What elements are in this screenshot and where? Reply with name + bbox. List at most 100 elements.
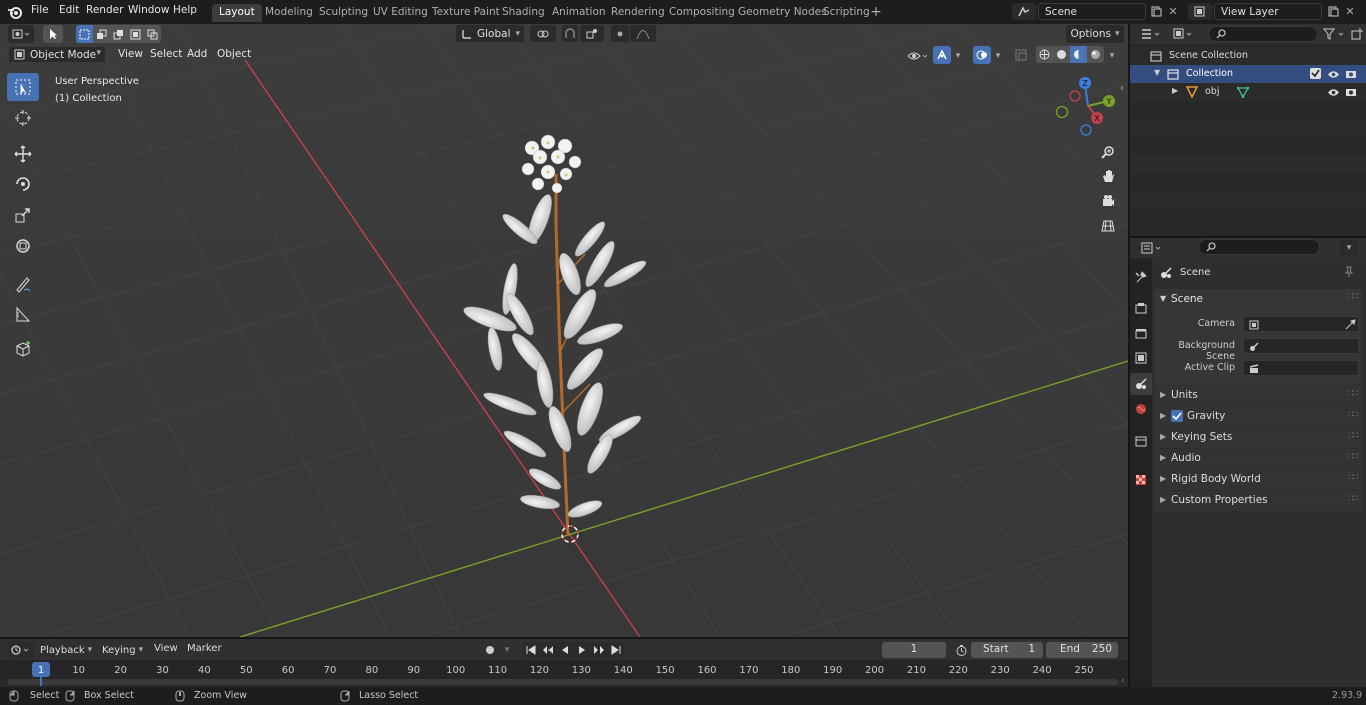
chevron-down-icon[interactable]: ▾ xyxy=(500,642,514,658)
viewport-menu-select[interactable]: Select xyxy=(150,48,182,60)
texture-tab-icon[interactable] xyxy=(1132,470,1150,490)
pan-hand-icon[interactable] xyxy=(1096,165,1120,187)
outliner-row-collection[interactable]: ▼ Collection xyxy=(1130,65,1366,83)
collection-tab-icon[interactable] xyxy=(1132,431,1150,451)
subpanel-rigid-body-world[interactable]: ▶ Rigid Body World ∷∷ xyxy=(1154,470,1362,490)
menu-render[interactable]: Render xyxy=(86,4,123,16)
properties-options-dropdown[interactable]: ▾ xyxy=(1340,240,1358,256)
camera-restrict-icon[interactable] xyxy=(1344,86,1358,98)
display-mode-icon[interactable] xyxy=(1170,26,1196,42)
view-layer-field[interactable]: View Layer xyxy=(1214,3,1322,20)
blender-logo-icon[interactable] xyxy=(7,4,23,20)
gizmo-toggle-icon[interactable] xyxy=(933,46,951,64)
drag-handle-icon[interactable]: ∷∷ xyxy=(1348,410,1359,420)
scene-name-field[interactable]: Scene xyxy=(1038,3,1146,20)
checkbox-icon[interactable] xyxy=(1310,68,1321,79)
sidebar-toggle-icon[interactable]: ‹ xyxy=(1117,82,1127,94)
timeline-scrollbar[interactable] xyxy=(8,679,1118,685)
overlays-icon[interactable] xyxy=(973,46,991,64)
eye-icon[interactable] xyxy=(1326,86,1340,98)
move-tool[interactable] xyxy=(7,140,39,168)
subpanel-custom-properties[interactable]: ▶ Custom Properties ∷∷ xyxy=(1154,491,1362,511)
new-view-layer-icon[interactable] xyxy=(1325,3,1341,20)
eye-icon[interactable] xyxy=(1326,68,1340,80)
jump-start-icon[interactable] xyxy=(522,642,539,658)
scene-tab-icon[interactable] xyxy=(1130,373,1152,395)
cursor-tool[interactable] xyxy=(7,104,39,132)
end-frame-field[interactable]: End 250 xyxy=(1046,642,1118,658)
chevron-down-icon[interactable]: ▾ xyxy=(1106,47,1118,64)
viewport-menu-add[interactable]: Add xyxy=(187,48,207,60)
rotate-tool[interactable] xyxy=(7,170,39,198)
menu-help[interactable]: Help xyxy=(173,4,197,16)
viewport-menu-object[interactable]: Object xyxy=(217,48,251,60)
visibility-icon[interactable] xyxy=(903,47,931,64)
camera-field[interactable] xyxy=(1243,316,1359,332)
editor-type-icon[interactable] xyxy=(8,25,34,43)
select-mode-new-icon[interactable] xyxy=(76,25,93,43)
wireframe-shading-icon[interactable] xyxy=(1036,46,1053,63)
subpanel-units[interactable]: ▶ Units ∷∷ xyxy=(1154,386,1362,406)
properties-editor-type-icon[interactable] xyxy=(1138,240,1166,256)
render-tab-icon[interactable] xyxy=(1132,298,1150,318)
panel-collapse-icon[interactable]: ▼ xyxy=(1160,294,1166,303)
gravity-checkbox-icon[interactable] xyxy=(1171,410,1183,422)
select-mode-invert-icon[interactable] xyxy=(127,25,144,43)
add-cube-tool[interactable] xyxy=(7,335,39,363)
navigation-gizmo[interactable]: Z Y X xyxy=(1052,76,1122,140)
camera-restrict-icon[interactable] xyxy=(1344,68,1358,80)
object-mode-dropdown[interactable]: Object Mode ▾ xyxy=(8,46,106,63)
pin-icon[interactable] xyxy=(1342,265,1356,279)
scene-panel-title[interactable]: Scene xyxy=(1171,293,1203,305)
output-tab-icon[interactable] xyxy=(1132,323,1150,343)
mesh-data-icon[interactable] xyxy=(1236,85,1250,99)
view-layer-tab-icon[interactable] xyxy=(1132,348,1150,368)
tab-scripting[interactable]: Scripting xyxy=(816,4,877,22)
expand-arrow-icon[interactable]: ▼ xyxy=(1154,68,1160,77)
xray-icon[interactable] xyxy=(1013,47,1029,63)
drag-handle-icon[interactable]: ∷∷ xyxy=(1348,473,1359,483)
world-tab-icon[interactable] xyxy=(1132,399,1150,419)
3d-viewport[interactable]: Object Mode ▾ View Select Add Object Glo… xyxy=(0,24,1128,637)
tab-modeling[interactable]: Modeling xyxy=(258,4,320,22)
tab-layout[interactable]: Layout xyxy=(212,4,262,22)
record-icon[interactable] xyxy=(482,642,498,658)
rendered-shading-icon[interactable] xyxy=(1087,46,1104,63)
current-frame-field[interactable]: 1 xyxy=(882,642,946,658)
add-workspace-icon[interactable]: + xyxy=(869,4,883,20)
menu-file[interactable]: File xyxy=(31,4,49,16)
camera-view-icon[interactable] xyxy=(1096,190,1120,212)
active-clip-field[interactable] xyxy=(1243,360,1359,376)
viewport-menu-view[interactable]: View xyxy=(118,48,143,60)
properties-search-input[interactable] xyxy=(1198,239,1320,255)
tool-tab-icon[interactable] xyxy=(1132,267,1150,287)
timeline-marker-menu[interactable]: Marker xyxy=(187,643,222,654)
tab-animation[interactable]: Animation xyxy=(545,4,613,22)
area-separator[interactable] xyxy=(1130,236,1366,238)
zoom-icon[interactable] xyxy=(1096,141,1120,163)
tab-compositing[interactable]: Compositing xyxy=(662,4,742,22)
select-mode-subtract-icon[interactable] xyxy=(110,25,127,43)
start-frame-field[interactable]: Start 1 xyxy=(971,642,1043,658)
measure-tool[interactable] xyxy=(7,300,39,328)
outliner-row-obj[interactable]: ▶ obj xyxy=(1130,83,1366,101)
solid-shading-icon[interactable] xyxy=(1053,46,1070,63)
chevron-down-icon[interactable]: ▾ xyxy=(952,47,964,64)
scene-selector-icon[interactable] xyxy=(1012,3,1036,20)
material-preview-icon[interactable] xyxy=(1070,46,1087,63)
timeline-view-menu[interactable]: View xyxy=(154,643,178,654)
area-separator[interactable] xyxy=(1128,24,1130,687)
drag-handle-icon[interactable]: ∷∷ xyxy=(1348,389,1359,399)
background-scene-field[interactable] xyxy=(1243,338,1359,354)
drag-handle-icon[interactable]: ∷∷ xyxy=(1348,292,1359,302)
chevron-down-icon[interactable]: ▾ xyxy=(992,47,1004,64)
drag-handle-icon[interactable]: ∷∷ xyxy=(1348,494,1359,504)
select-tool-header-icon[interactable] xyxy=(43,25,63,43)
tab-shading[interactable]: Shading xyxy=(495,4,552,22)
new-collection-icon[interactable] xyxy=(1349,26,1365,42)
timeline-keying-menu[interactable]: Keying ▾ xyxy=(102,642,143,658)
drag-handle-icon[interactable]: ∷∷ xyxy=(1348,452,1359,462)
expand-arrow-icon[interactable]: ▶ xyxy=(1172,86,1178,95)
subpanel-gravity[interactable]: ▶ Gravity ∷∷ xyxy=(1154,407,1362,427)
subpanel-keying-sets[interactable]: ▶ Keying Sets ∷∷ xyxy=(1154,428,1362,448)
